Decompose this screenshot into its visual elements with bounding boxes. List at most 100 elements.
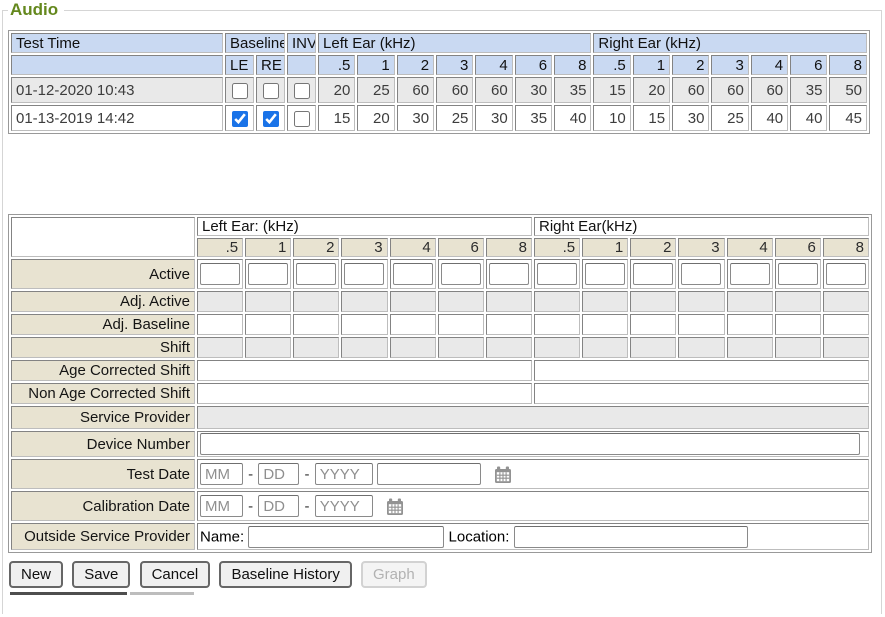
- col-baseline: Baseline: [225, 33, 285, 53]
- calibration-date-day-input[interactable]: [258, 495, 299, 517]
- active-input[interactable]: [826, 263, 866, 285]
- active-cell: [582, 259, 628, 289]
- shift-cell: [775, 337, 821, 358]
- service-provider-row: Service Provider: [11, 406, 869, 429]
- active-cell: [534, 259, 580, 289]
- active-input[interactable]: [681, 263, 721, 285]
- next-section-border: [10, 592, 127, 595]
- empty-corner-cell: [11, 217, 195, 257]
- value-cell: 60: [397, 77, 434, 103]
- value-cell: 30: [397, 105, 434, 131]
- adj-baseline-cell: [197, 314, 243, 335]
- outside-service-provider-row: Outside Service Provider Name: Location:: [11, 523, 869, 550]
- outside-name-input[interactable]: [248, 526, 444, 548]
- row-label-age-corrected-shift: Age Corrected Shift: [11, 360, 195, 381]
- save-button[interactable]: Save: [72, 561, 130, 588]
- active-cell: [727, 259, 773, 289]
- active-input[interactable]: [344, 263, 384, 285]
- freq-header: 2: [397, 55, 434, 75]
- date-separator: -: [305, 466, 310, 483]
- adj-baseline-cell: [727, 314, 773, 335]
- freq-header: 2: [293, 238, 339, 257]
- active-input[interactable]: [778, 263, 818, 285]
- calibration-date-month-input[interactable]: [200, 495, 243, 517]
- active-cell: [245, 259, 291, 289]
- value-cell: 45: [829, 105, 867, 131]
- baseline-history-button[interactable]: Baseline History: [219, 561, 351, 588]
- adj-baseline-cell: [534, 314, 580, 335]
- test-date-month-input[interactable]: [200, 463, 243, 485]
- non-age-corrected-shift-row: Non Age Corrected Shift: [11, 383, 869, 404]
- calibration-date-year-input[interactable]: [315, 495, 373, 517]
- freq-header: .5: [318, 55, 355, 75]
- inv-checkbox[interactable]: [294, 111, 310, 127]
- freq-header: 3: [341, 238, 387, 257]
- shift-cell: [197, 337, 243, 358]
- baseline-re-cell: [256, 105, 285, 131]
- cancel-button[interactable]: Cancel: [140, 561, 211, 588]
- freq-header: 3: [678, 238, 724, 257]
- freq-header: 8: [823, 238, 869, 257]
- graph-button: Graph: [361, 561, 427, 588]
- freq-header: 4: [390, 238, 436, 257]
- freq-header: 6: [438, 238, 484, 257]
- adj-baseline-cell: [245, 314, 291, 335]
- freq-header: 6: [515, 55, 552, 75]
- device-number-input[interactable]: [200, 433, 860, 455]
- test-time-cell: 01-13-2019 14:42: [11, 105, 223, 131]
- value-cell: 20: [318, 77, 355, 103]
- test-row[interactable]: 01-13-2019 14:42 15 20 30 25 30 35 40 10…: [11, 105, 867, 131]
- value-cell: 60: [475, 77, 512, 103]
- active-input[interactable]: [200, 263, 240, 285]
- form-ear-header-row: Left Ear: (kHz) Right Ear(kHz): [11, 217, 869, 236]
- inv-cell: [287, 105, 316, 131]
- baseline-le-checkbox[interactable]: [232, 111, 248, 127]
- active-input[interactable]: [537, 263, 577, 285]
- col-right-ear: Right Ear (kHz): [593, 33, 867, 53]
- adj-active-cell: [727, 291, 773, 312]
- outside-location-input[interactable]: [514, 526, 748, 548]
- test-date-year-input[interactable]: [315, 463, 373, 485]
- test-date-time-input[interactable]: [377, 463, 481, 485]
- date-separator: -: [305, 498, 310, 515]
- calendar-icon[interactable]: [385, 497, 405, 517]
- age-corrected-shift-left-cell: [197, 360, 532, 381]
- active-input[interactable]: [296, 263, 336, 285]
- value-cell: 40: [751, 105, 788, 131]
- baseline-le-checkbox[interactable]: [232, 83, 248, 99]
- row-label-adj-active: Adj. Active: [11, 291, 195, 312]
- adj-active-cell: [438, 291, 484, 312]
- inv-checkbox[interactable]: [294, 83, 310, 99]
- value-cell: 60: [711, 77, 748, 103]
- value-cell: 30: [515, 77, 552, 103]
- active-input[interactable]: [489, 263, 529, 285]
- active-input[interactable]: [585, 263, 625, 285]
- active-input[interactable]: [730, 263, 770, 285]
- shift-cell: [486, 337, 532, 358]
- tests-subheader-row: LE RE .5 1 2 3 4 6 8 .5 1 2 3 4 6 8: [11, 55, 867, 75]
- calendar-icon[interactable]: [493, 465, 513, 485]
- active-input[interactable]: [393, 263, 433, 285]
- empty-header-cell: [287, 55, 316, 75]
- adj-active-cell: [534, 291, 580, 312]
- freq-header: 4: [475, 55, 512, 75]
- test-date-day-input[interactable]: [258, 463, 299, 485]
- active-cell: [438, 259, 484, 289]
- active-input[interactable]: [633, 263, 673, 285]
- value-cell: 30: [672, 105, 709, 131]
- active-cell: [678, 259, 724, 289]
- row-label-device-number: Device Number: [11, 431, 195, 457]
- active-row: Active: [11, 259, 869, 289]
- active-input[interactable]: [248, 263, 288, 285]
- outside-name-label: Name:: [200, 528, 244, 545]
- value-cell: 15: [593, 77, 630, 103]
- non-age-corrected-shift-right-cell: [534, 383, 869, 404]
- age-corrected-shift-row: Age Corrected Shift: [11, 360, 869, 381]
- new-button[interactable]: New: [9, 561, 63, 588]
- test-row[interactable]: 01-12-2020 10:43 20 25 60 60 60 30 35 15…: [11, 77, 867, 103]
- baseline-re-checkbox[interactable]: [263, 83, 279, 99]
- baseline-re-checkbox[interactable]: [263, 111, 279, 127]
- active-input[interactable]: [441, 263, 481, 285]
- calibration-date-cell: - -: [197, 491, 869, 521]
- value-cell: 25: [711, 105, 748, 131]
